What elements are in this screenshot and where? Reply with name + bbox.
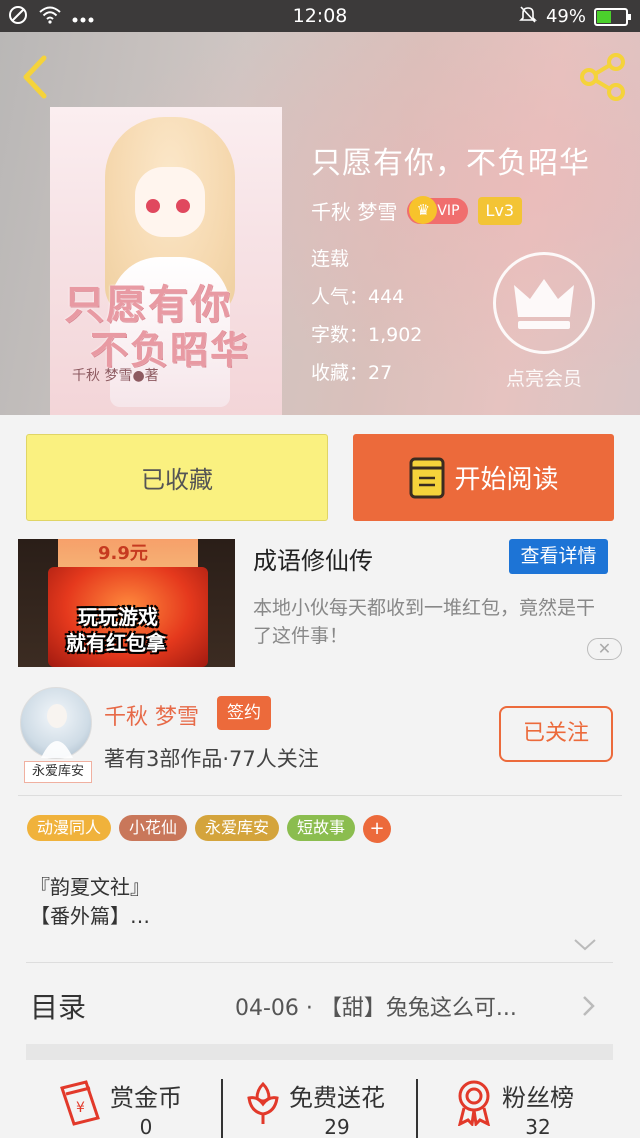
ad-image[interactable]: 9.9元 玩玩游戏 就有红包拿 [18, 539, 235, 667]
ad-close-button[interactable]: ✕ [587, 638, 622, 660]
free-flowers-button[interactable]: 免费送花 29 [243, 1078, 385, 1138]
tag-item[interactable]: 小花仙 [119, 815, 188, 841]
vip-cta-label[interactable]: 点亮会员 [496, 364, 592, 391]
avatar[interactable] [20, 687, 92, 759]
main-content: 已收藏 开始阅读 9.9元 玩玩游戏 就有红包拿 成语修仙传 查看详情 本地小伙… [0, 415, 640, 1138]
start-reading-label: 开始阅读 [454, 465, 559, 495]
book-header: 只愿有你 不负昭华 千秋 梦雪●著 只愿有你，不负昭华 千秋 梦雪 ♛ VIP … [0, 32, 640, 415]
flowers-label: 免费送花 [289, 1084, 385, 1112]
author-name[interactable]: 千秋 梦雪 [311, 196, 397, 225]
battery-icon [594, 7, 631, 26]
ad-image-line1: 玩玩游戏 [78, 605, 158, 629]
word-count: 字数：1,902 [311, 324, 423, 346]
fans-count: 32 [525, 1115, 551, 1138]
start-reading-button[interactable]: 开始阅读 [353, 434, 614, 521]
red-envelope-icon: ¥ [60, 1080, 100, 1126]
tag-item[interactable]: 动漫同人 [27, 815, 112, 841]
medal-icon [457, 1080, 491, 1126]
book-cover[interactable]: 只愿有你 不负昭华 千秋 梦雪●著 [50, 107, 282, 415]
signed-badge: 签约 [217, 696, 271, 730]
book-title: 只愿有你，不负昭华 [311, 146, 590, 181]
bell-mute-icon [518, 4, 538, 29]
divider [221, 1079, 223, 1138]
author-info: 著有3部作品·77人关注 [104, 747, 319, 771]
fans-label: 粉丝榜 [502, 1084, 574, 1112]
favorited-button[interactable]: 已收藏 [26, 434, 328, 521]
more-tags-button[interactable]: + [363, 815, 392, 843]
tag-item[interactable]: 短故事 [287, 815, 356, 841]
svg-text:¥: ¥ [76, 1100, 85, 1116]
reward-label: 赏金币 [110, 1084, 182, 1112]
vip-badge: ♛ VIP [407, 195, 468, 224]
tag-list: 动漫同人 小花仙 永爱库安 短故事 + [27, 815, 392, 843]
share-icon [580, 53, 625, 101]
book-description[interactable]: 『韵夏文社』 【番外篇】… [30, 873, 150, 931]
divider [26, 962, 613, 963]
toc-label[interactable]: 目录 [30, 986, 86, 1026]
status-bar: 12:08 49% [0, 0, 640, 32]
chevron-right-icon[interactable] [582, 995, 596, 1017]
reward-count: 0 [139, 1115, 153, 1138]
followed-button[interactable]: 已关注 [499, 706, 613, 762]
vip-membership-button[interactable] [493, 252, 595, 354]
level-badge: Lv3 [477, 196, 523, 225]
popularity: 人气：444 [311, 286, 405, 308]
fan-ranking-button[interactable]: 粉丝榜 32 [452, 1078, 574, 1138]
favorite-count: 收藏：27 [311, 362, 393, 384]
chevron-down-icon[interactable] [573, 937, 597, 951]
ad-title[interactable]: 成语修仙传 [253, 541, 373, 576]
toc-latest-chapter[interactable]: 04-06 · 【甜】兔兔这么可... [235, 990, 517, 1022]
ad-image-price: 9.9元 [98, 543, 148, 564]
crown-icon: ♛ [409, 195, 438, 224]
ad-description[interactable]: 本地小伙每天都收到一堆红包，竟然是干了这件事！ [253, 594, 608, 650]
battery-percent: 49% [545, 6, 586, 27]
cover-author: 千秋 梦雪●著 [72, 368, 159, 384]
book-icon [409, 457, 445, 498]
serial-status: 连载 [311, 248, 350, 270]
ad-image-line2: 就有红包拿 [66, 631, 166, 655]
flowers-count: 29 [324, 1115, 350, 1138]
reward-coins-button[interactable]: ¥ 赏金币 0 [56, 1078, 182, 1138]
back-button[interactable] [16, 52, 56, 102]
crown-icon [514, 279, 574, 329]
description-line: 『韵夏文社』 [30, 875, 150, 899]
divider [416, 1079, 418, 1138]
flower-icon [247, 1081, 279, 1124]
description-line: 【番外篇】… [30, 904, 150, 928]
ad-detail-button[interactable]: 查看详情 [509, 539, 608, 574]
author-line: 千秋 梦雪 ♛ VIP Lv3 [311, 195, 523, 225]
avatar-tag: 永爱库安 [24, 761, 92, 783]
author-card-name[interactable]: 千秋 梦雪 [104, 699, 199, 731]
divider [18, 795, 622, 796]
tag-item[interactable]: 永爱库安 [195, 815, 280, 841]
share-button[interactable] [578, 52, 628, 102]
section-separator [26, 1044, 613, 1060]
